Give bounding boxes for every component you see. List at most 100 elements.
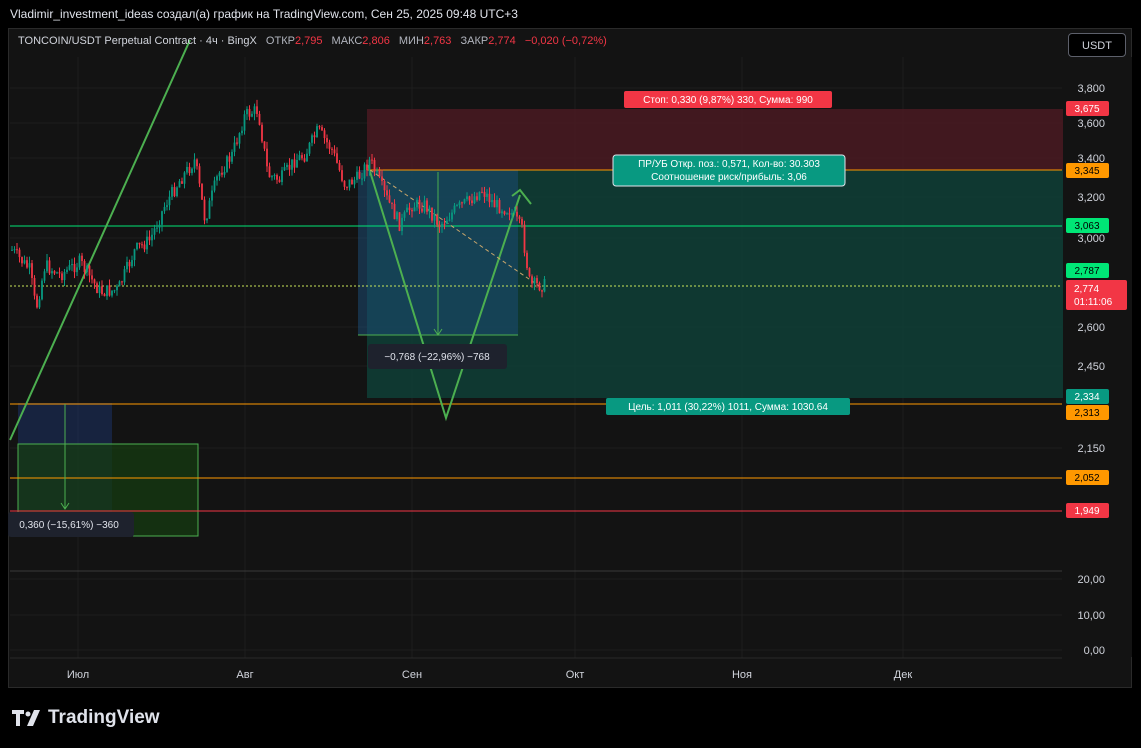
svg-text:ПР/УБ Откр. поз.: 0,571, Кол-в: ПР/УБ Откр. поз.: 0,571, Кол-во: 30.303: [638, 159, 820, 170]
candle-body: [183, 172, 186, 184]
candle-body: [263, 141, 266, 149]
candle-body: [21, 257, 23, 264]
candle-body: [156, 227, 158, 229]
price-axis[interactable]: 3,800 3,600 3,400 3,200 3,000 2,600 2,45…: [1063, 57, 1132, 657]
candle-body: [468, 196, 471, 201]
candle-body: [208, 200, 211, 219]
candle-body: [381, 176, 383, 182]
price-tag-level: 2,787: [1074, 266, 1099, 277]
candle-body: [363, 164, 366, 179]
candle-body: [46, 260, 48, 272]
candle-body: [498, 200, 501, 214]
candle-body: [496, 200, 498, 208]
tradingview-logo[interactable]: TradingView: [12, 707, 160, 729]
candle-body: [521, 218, 523, 225]
candle-body: [171, 187, 173, 197]
candle-body: [503, 211, 506, 215]
close-label: ЗАКР: [460, 35, 489, 47]
indicator-tick: 20,00: [1077, 574, 1105, 586]
price-tick: 2,150: [1077, 443, 1105, 455]
countdown: 01:11:06: [1074, 297, 1113, 308]
candle-body: [188, 166, 191, 174]
candle-body: [163, 206, 166, 212]
candle-body: [356, 171, 358, 180]
candle-body: [438, 224, 441, 228]
candle-body: [396, 212, 398, 220]
candle-body: [346, 186, 348, 188]
price-tick: 3,800: [1077, 83, 1105, 95]
candle-body: [238, 133, 241, 144]
candle-body: [98, 286, 101, 294]
candle-body: [368, 159, 371, 171]
candle-body: [536, 278, 538, 283]
candle-body: [86, 265, 88, 273]
candle-body: [441, 223, 443, 228]
candle-body: [13, 249, 16, 251]
candle-body: [353, 179, 356, 185]
candle-body: [133, 249, 136, 261]
candle-body: [33, 278, 36, 296]
price-tick: 3,000: [1077, 233, 1105, 245]
candle-body: [161, 211, 163, 225]
candle-body: [413, 207, 416, 212]
svg-text:Цель: 1,011 (30,22%) 1011, Сум: Цель: 1,011 (30,22%) 1011, Сумма: 1030.6…: [628, 402, 828, 413]
footer: [0, 688, 1141, 748]
candle-body: [198, 166, 201, 184]
candle-body: [343, 180, 346, 187]
time-axis[interactable]: Июл Авг Сен Окт Ноя Дек: [10, 657, 1062, 681]
candle-body: [228, 156, 231, 162]
candle-body: [293, 159, 296, 168]
price-tag-last: 2,774: [1074, 284, 1099, 295]
range-label-mid[interactable]: −0,768 (−22,96%) −768: [368, 344, 507, 369]
candle-body: [286, 164, 288, 168]
price-tag-level: 1,949: [1074, 506, 1099, 517]
candle-body: [201, 183, 203, 200]
candle-body: [481, 191, 483, 193]
currency-button[interactable]: USDT: [1068, 33, 1126, 57]
candle-body: [543, 278, 546, 292]
range-label-left[interactable]: 0,360 (−15,61%) −360: [8, 512, 134, 537]
candle-body: [511, 212, 513, 215]
svg-text:0,360 (−15,61%) −360: 0,360 (−15,61%) −360: [19, 520, 119, 531]
price-tag-target: 2,334: [1074, 392, 1099, 403]
symbol-legend: TONCOIN/USDT Perpetual Contract · 4ч · B…: [18, 35, 607, 47]
pnl-label[interactable]: ПР/УБ Откр. поз.: 0,571, Кол-во: 30.303 …: [612, 154, 846, 187]
high-label: МАКС: [331, 35, 363, 47]
candle-body: [261, 124, 263, 142]
candle-body: [371, 159, 373, 161]
tradingview-logo-icon: [12, 710, 40, 726]
price-tag-level: 3,063: [1074, 221, 1099, 232]
candle-body: [73, 263, 76, 273]
candle-body: [428, 207, 431, 212]
candle-body: [118, 281, 121, 287]
target-label[interactable]: Цель: 1,011 (30,22%) 1011, Сумма: 1030.6…: [606, 398, 850, 415]
candle-body: [211, 190, 213, 201]
candle-body: [311, 135, 313, 143]
stop-label[interactable]: Стоп: 0,330 (9,87%) 330, Сумма: 990: [624, 91, 832, 108]
svg-text:Соотношение риск/прибыль: 3,06: Соотношение риск/прибыль: 3,06: [651, 171, 807, 183]
candle-body: [148, 236, 151, 241]
candle-body: [398, 212, 401, 231]
time-label: Сен: [402, 669, 422, 681]
candle-body: [58, 272, 61, 274]
candle-body: [206, 218, 208, 221]
candle-body: [176, 187, 178, 197]
price-tag-level: 2,052: [1074, 473, 1099, 484]
price-tick: 3,200: [1077, 192, 1105, 204]
candle-body: [358, 171, 361, 179]
brand-name: TradingView: [48, 707, 160, 728]
candle-body: [128, 261, 131, 267]
chart-canvas[interactable]: Стоп: 0,330 (9,87%) 330, Сумма: 990 ПР/У…: [0, 0, 1141, 748]
candle-body: [61, 273, 63, 281]
candle-body: [83, 261, 86, 273]
candle-body: [233, 142, 236, 152]
trend-line[interactable]: [9, 39, 191, 441]
candle-body: [526, 252, 528, 269]
candle-body: [91, 275, 93, 280]
candle-body: [493, 200, 496, 208]
candle-body: [296, 159, 298, 168]
candle-body: [38, 299, 41, 308]
candle-body: [248, 108, 251, 117]
indicator-tick: 0,00: [1084, 645, 1105, 657]
indicator-tick: 10,00: [1077, 610, 1105, 622]
